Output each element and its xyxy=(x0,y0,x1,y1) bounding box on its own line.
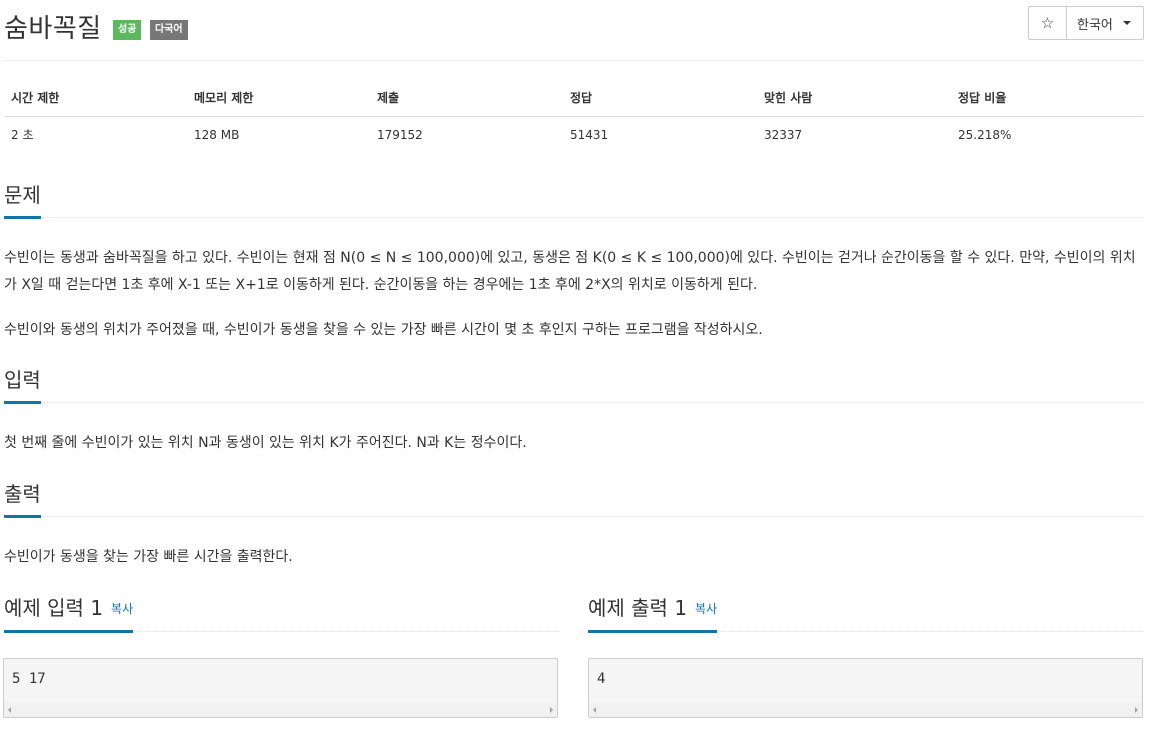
status-badge-multilang: 다국어 xyxy=(150,20,188,40)
header-submissions: 제출 xyxy=(370,79,563,117)
header-divider xyxy=(4,60,1143,61)
scroll-left-icon[interactable] xyxy=(593,707,596,713)
sample-output-title: 예제 출력 1 복사 xyxy=(588,593,718,633)
sample-input-header: 예제 입력 1 복사 xyxy=(4,593,559,633)
star-icon: ☆ xyxy=(1040,14,1055,32)
status-badge-success: 성공 xyxy=(113,20,142,40)
sample-output-box: 4 xyxy=(588,658,1143,718)
horizontal-scrollbar[interactable] xyxy=(589,703,1142,717)
horizontal-scrollbar[interactable] xyxy=(4,703,557,717)
language-label: 한국어 xyxy=(1077,17,1113,33)
problem-header: 숨바꼭질 성공 다국어 ☆ 한국어 xyxy=(0,0,1152,60)
header-accept-ratio: 정답 비율 xyxy=(951,79,1143,117)
problem-section-title: 문제 xyxy=(4,180,41,219)
sample-input-title: 예제 입력 1 복사 xyxy=(4,593,134,633)
input-section-title: 입력 xyxy=(4,365,41,404)
sample-input-box: 5 17 xyxy=(3,658,558,718)
output-description: 수빈이가 동생을 찾는 가장 빠른 시간을 출력한다. xyxy=(4,549,293,565)
header-time-limit: 시간 제한 xyxy=(4,79,187,117)
solved-users-value: 32337 xyxy=(757,116,951,154)
copy-sample-output-link[interactable]: 복사 xyxy=(695,602,717,616)
scroll-right-icon[interactable] xyxy=(1135,707,1138,713)
submissions-value: 179152 xyxy=(370,116,563,154)
table-row: 2 초 128 MB 179152 51431 32337 25.218% xyxy=(4,116,1143,154)
header-button-group: ☆ 한국어 xyxy=(1028,6,1144,40)
problem-info-table: 시간 제한 메모리 제한 제출 정답 맞힌 사람 정답 비율 2 초 128 M… xyxy=(4,79,1143,154)
header-accepted: 정답 xyxy=(563,79,757,117)
problem-section-header: 문제 xyxy=(4,180,1143,219)
output-section-title: 출력 xyxy=(4,479,41,518)
chevron-down-icon xyxy=(1122,21,1131,25)
accepted-value: 51431 xyxy=(563,116,757,154)
problem-title: 숨바꼭질 xyxy=(4,14,102,44)
table-header-row: 시간 제한 메모리 제한 제출 정답 맞힌 사람 정답 비율 xyxy=(4,79,1143,117)
problem-description-2: 수빈이와 동생의 위치가 주어졌을 때, 수빈이가 동생을 찾을 수 있는 가장… xyxy=(4,322,763,338)
input-description: 첫 번째 줄에 수빈이가 있는 위치 N과 동생이 있는 위치 K가 주어진다.… xyxy=(4,435,527,451)
copy-sample-input-link[interactable]: 복사 xyxy=(111,602,133,616)
scroll-right-icon[interactable] xyxy=(550,707,553,713)
output-section-header: 출력 xyxy=(4,479,1143,518)
header-solved-users: 맞힌 사람 xyxy=(757,79,951,117)
time-limit-value: 2 초 xyxy=(4,116,187,154)
accept-ratio-value: 25.218% xyxy=(951,116,1143,154)
language-dropdown[interactable]: 한국어 xyxy=(1067,7,1143,39)
star-button[interactable]: ☆ xyxy=(1029,7,1067,39)
scroll-left-icon[interactable] xyxy=(8,707,11,713)
sample-output-header: 예제 출력 1 복사 xyxy=(588,593,1143,633)
problem-description: 수빈이는 동생과 숨바꼭질을 하고 있다. 수빈이는 현재 점 N(0 ≤ N … xyxy=(4,250,1136,293)
input-section-header: 입력 xyxy=(4,365,1143,404)
sample-input-text: 5 17 xyxy=(12,671,46,687)
sample-output-text: 4 xyxy=(597,671,606,687)
header-memory-limit: 메모리 제한 xyxy=(187,79,370,117)
memory-limit-value: 128 MB xyxy=(187,116,370,154)
